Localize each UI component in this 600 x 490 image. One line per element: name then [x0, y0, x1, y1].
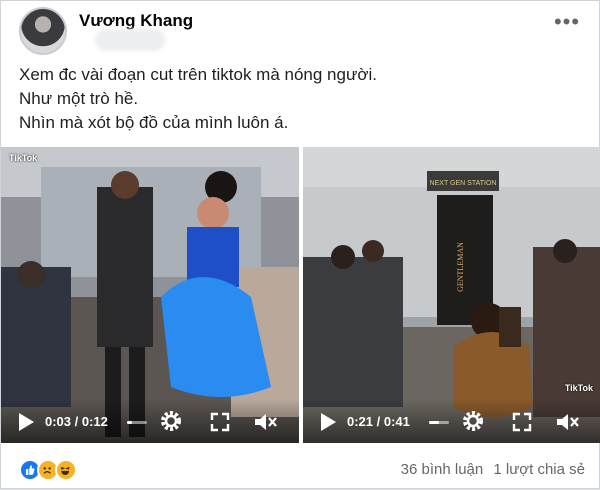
play-icon[interactable] [317, 411, 339, 433]
video-time: 0:03 / 0:12 [45, 414, 108, 429]
progress-bar[interactable] [127, 421, 147, 424]
video-controls: 0:03 / 0:12 [1, 399, 299, 443]
more-options-icon[interactable]: ••• [553, 11, 581, 35]
progress-fill [127, 421, 132, 424]
video-controls: 0:21 / 0:41 [303, 399, 600, 443]
post-line: Nhìn mà xót bộ đồ của mình luôn á. [19, 113, 289, 132]
fullscreen-icon[interactable] [511, 411, 533, 433]
progress-fill [429, 421, 440, 424]
post-footer: 36 bình luận 1 lượt chia sẻ [1, 449, 600, 490]
share-count[interactable]: 1 lượt chia sẻ [493, 461, 585, 478]
gentleman-banner: GENTLEMAN [456, 242, 465, 292]
comment-count[interactable]: 36 bình luận [401, 461, 484, 478]
video-time: 0:21 / 0:41 [347, 414, 410, 429]
gear-icon[interactable] [461, 409, 485, 433]
engagement-stats: 36 bình luận 1 lượt chia sẻ [395, 461, 585, 478]
video-player-2[interactable]: NEXT GEN STATION GENTLEMAN TikTok 0:21 /… [303, 147, 600, 443]
fullscreen-icon[interactable] [209, 411, 231, 433]
post-header: Vương Khang ••• [19, 7, 585, 55]
avatar[interactable] [19, 7, 67, 55]
post-line: Xem đc vài đoạn cut trên tiktok mà nóng … [19, 65, 377, 84]
video-player-1[interactable]: TikTok 0:03 / 0:12 [1, 147, 299, 443]
mute-icon[interactable] [555, 411, 581, 433]
tiktok-watermark: TikTok [9, 153, 38, 163]
author-name[interactable]: Vương Khang [79, 11, 193, 31]
post-meta-blurred [95, 29, 165, 51]
tiktok-watermark: TikTok [564, 383, 593, 393]
progress-bar[interactable] [429, 421, 449, 424]
post-line: Như một trò hề. [19, 89, 139, 108]
post-card: Vương Khang ••• Xem đc vài đoạn cut trên… [0, 0, 600, 489]
haha-icon [55, 459, 77, 481]
mute-icon[interactable] [253, 411, 279, 433]
post-body: Xem đc vài đoạn cut trên tiktok mà nóng … [19, 63, 579, 135]
station-sign: NEXT GEN STATION [430, 180, 497, 187]
play-icon[interactable] [15, 411, 37, 433]
gear-icon[interactable] [159, 409, 183, 433]
